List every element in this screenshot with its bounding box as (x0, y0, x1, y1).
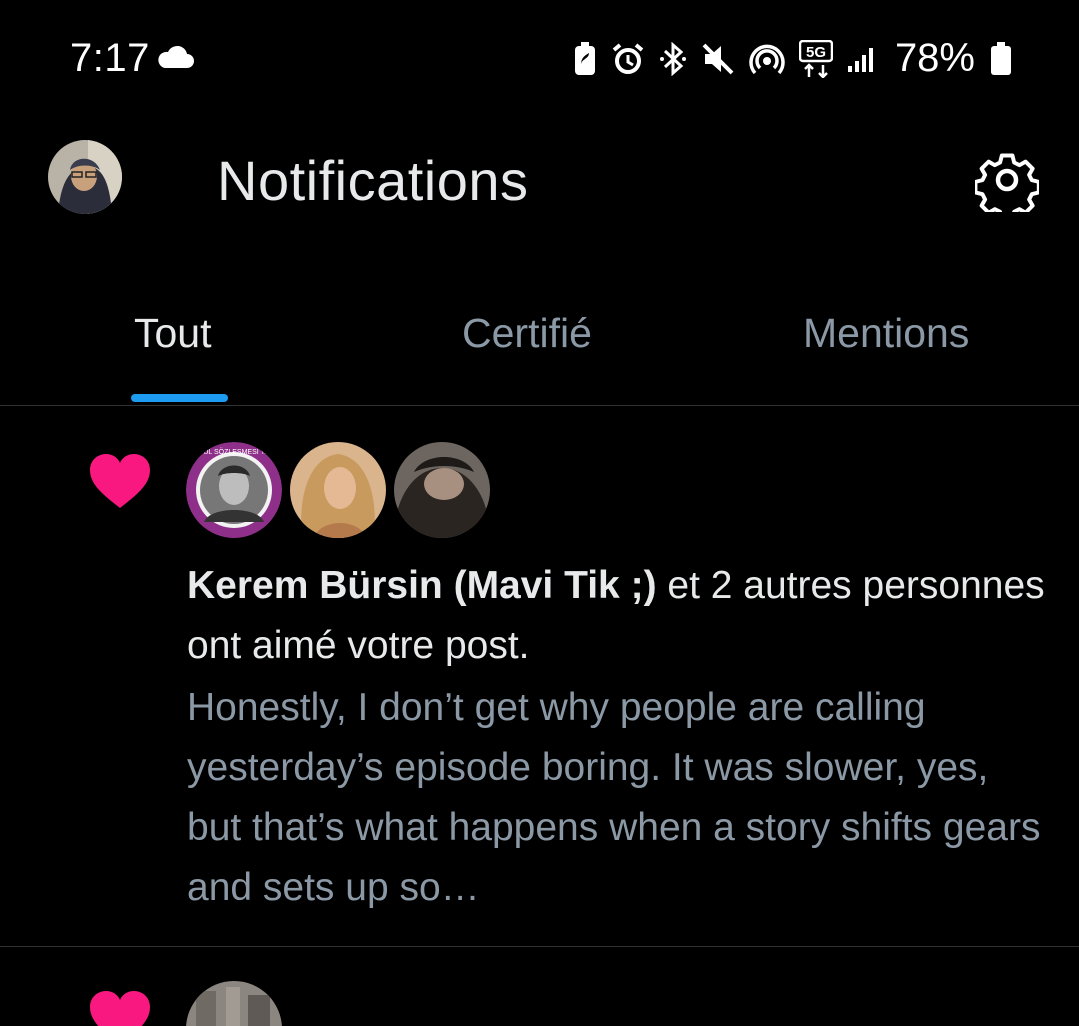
tab-certifie[interactable]: Certifié (462, 310, 592, 357)
status-bar: 7:17 5G 78% (0, 0, 1079, 115)
tab-mentions[interactable]: Mentions (803, 310, 969, 357)
battery-icon (991, 41, 1011, 75)
tab-bar: Tout Certifié Mentions (0, 290, 1079, 405)
battery-saver-icon (574, 41, 595, 75)
notification-item[interactable]: İSTANBUL SÖZLEŞMESİ YAŞATIR (0, 406, 1079, 946)
notification-author[interactable]: Kerem Bürsin (Mavi Tik ;) (187, 564, 657, 607)
profile-avatar[interactable] (48, 140, 122, 214)
page-title: Notifications (217, 149, 529, 212)
signal-icon (847, 47, 873, 72)
mute-icon (702, 43, 734, 74)
notification-item[interactable] (0, 947, 1079, 1026)
header: Notifications (0, 120, 1079, 245)
cloud-icon (158, 45, 194, 68)
alarm-icon (612, 42, 644, 74)
heart-icon (90, 991, 150, 1026)
screen: 7:17 5G 78% Notifications Tout Certifié … (0, 0, 1079, 1026)
svg-text:İSTANBUL SÖZLEŞMESİ YAŞATIR: İSTANBUL SÖZLEŞMESİ YAŞATIR (186, 447, 282, 456)
svg-text:5G: 5G (806, 44, 826, 61)
bluetooth-icon (659, 41, 686, 76)
hotspot-icon (749, 44, 785, 74)
5g-icon: 5G (798, 39, 833, 78)
settings-gear-icon[interactable] (975, 148, 1039, 212)
liker-avatar[interactable] (394, 442, 490, 538)
liker-avatar[interactable] (186, 981, 282, 1026)
liker-avatar[interactable]: İSTANBUL SÖZLEŞMESİ YAŞATIR (186, 442, 282, 538)
heart-icon (90, 454, 150, 508)
active-tab-indicator (131, 394, 228, 402)
liker-avatars: İSTANBUL SÖZLEŞMESİ YAŞATIR (186, 442, 490, 538)
notification-excerpt: Honestly, I don’t get why people are cal… (187, 686, 1041, 909)
tab-tout[interactable]: Tout (134, 310, 212, 357)
status-icons: 5G 78% (573, 36, 1013, 81)
battery-percent: 78% (894, 36, 975, 80)
status-time: 7:17 (70, 36, 150, 80)
notification-summary: Kerem Bürsin (Mavi Tik ;) et 2 autres pe… (187, 556, 1047, 676)
liker-avatar[interactable] (290, 442, 386, 538)
